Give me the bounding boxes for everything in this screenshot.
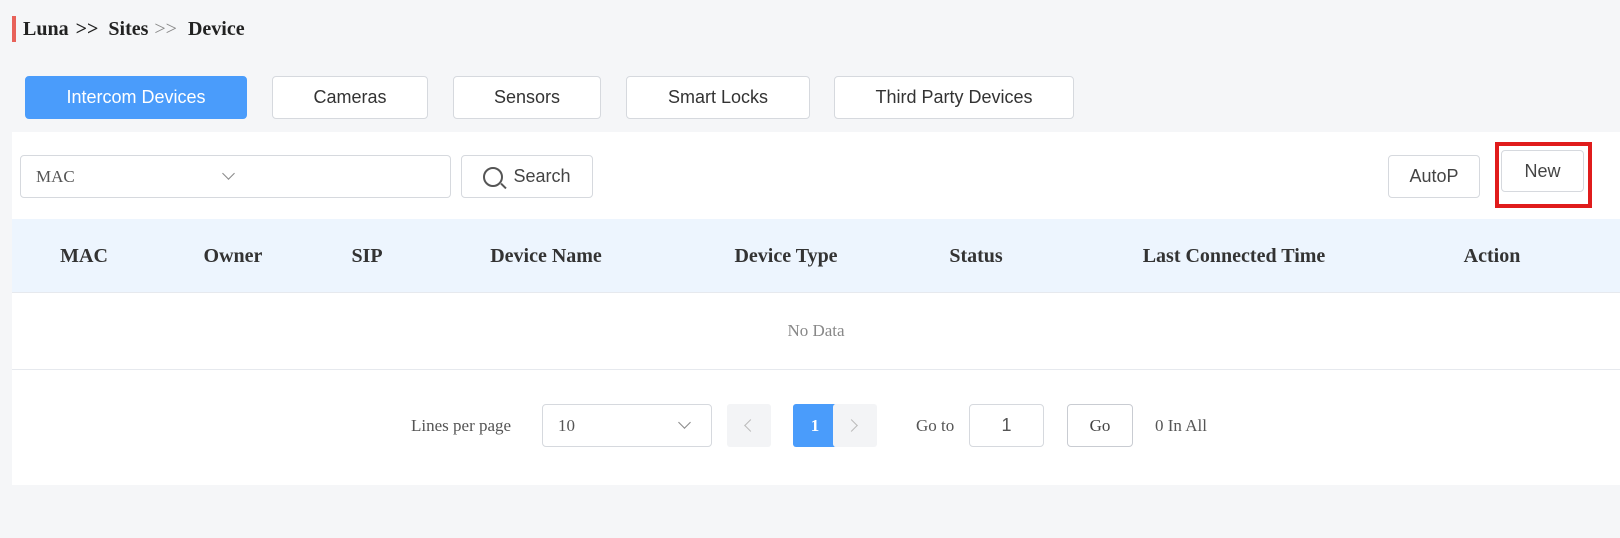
search-field-value: MAC [36, 166, 75, 186]
next-page-button[interactable] [833, 404, 877, 447]
column-header-last-connected-time: Last Connected Time [1142, 245, 1326, 267]
prev-page-button[interactable] [727, 404, 771, 447]
breadcrumb-separator: >> [75, 17, 99, 40]
search-input[interactable] [255, 155, 451, 198]
column-header-device-type: Device Type [734, 245, 838, 267]
chevron-down-icon [678, 416, 691, 429]
new-button[interactable]: New [1501, 150, 1584, 192]
column-header-owner: Owner [203, 245, 263, 267]
go-button[interactable]: Go [1067, 404, 1133, 447]
breadcrumb-root[interactable]: Luna [23, 18, 69, 41]
tab-sensors[interactable]: Sensors [453, 76, 601, 119]
chevron-down-icon [222, 167, 235, 180]
search-field-select[interactable]: MAC [20, 155, 256, 198]
search-button-label: Search [513, 166, 571, 186]
tab-cameras[interactable]: Cameras [272, 76, 428, 119]
device-panel: MAC Search AutoP New MAC Owner SIP Devic… [12, 132, 1620, 485]
page-size-value: 10 [558, 415, 575, 435]
pagination: Lines per page 10 1 Go to Go 0 In All [12, 404, 1620, 447]
column-header-action: Action [1463, 245, 1521, 267]
search-button[interactable]: Search [461, 155, 593, 198]
page-size-select[interactable]: 10 [542, 404, 712, 447]
search-icon [483, 166, 504, 187]
device-tabs: Intercom Devices Cameras Sensors Smart L… [0, 76, 1620, 120]
tab-intercom-devices[interactable]: Intercom Devices [25, 76, 247, 119]
chevron-right-icon [845, 419, 858, 432]
page-number-current[interactable]: 1 [793, 404, 837, 447]
breadcrumb-separator: >> [154, 17, 177, 40]
column-header-mac: MAC [60, 245, 108, 267]
tab-smart-locks[interactable]: Smart Locks [626, 76, 810, 119]
empty-table-message: No Data [12, 293, 1620, 370]
breadcrumb: Luna >> Sites >> Device [12, 16, 245, 42]
total-count: 0 In All [1155, 416, 1207, 435]
breadcrumb-current: Device [187, 17, 245, 40]
lines-per-page-label: Lines per page [411, 416, 512, 435]
tab-third-party-devices[interactable]: Third Party Devices [834, 76, 1074, 119]
breadcrumb-sites[interactable]: Sites [108, 18, 148, 41]
goto-page-input[interactable] [969, 404, 1044, 447]
column-header-device-name: Device Name [490, 245, 602, 267]
chevron-left-icon [744, 419, 757, 432]
goto-label: Go to [916, 416, 955, 435]
table-header: MAC Owner SIP Device Name Device Type St… [12, 219, 1620, 293]
autop-button[interactable]: AutoP [1388, 155, 1480, 198]
column-header-status: Status [949, 245, 1003, 267]
column-header-sip: SIP [351, 245, 383, 267]
